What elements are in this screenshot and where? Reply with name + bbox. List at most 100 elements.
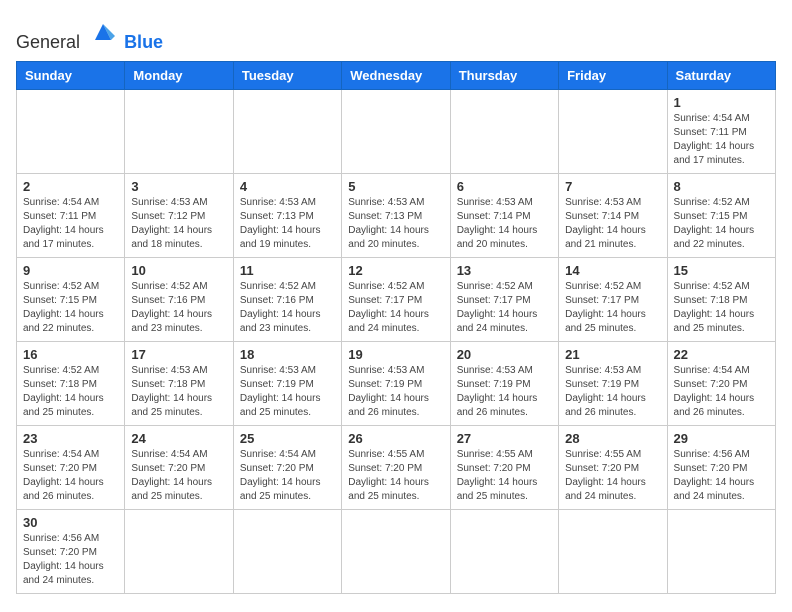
week-row-4: 23 Sunrise: 4:54 AM Sunset: 7:20 PM Dayli… xyxy=(17,426,776,510)
calendar-cell xyxy=(233,510,341,594)
calendar-table: SundayMondayTuesdayWednesdayThursdayFrid… xyxy=(16,61,776,594)
calendar-cell xyxy=(233,90,341,174)
calendar-cell: 19 Sunrise: 4:53 AM Sunset: 7:19 PM Dayli… xyxy=(342,342,450,426)
weekday-header-thursday: Thursday xyxy=(450,62,558,90)
calendar-cell xyxy=(342,90,450,174)
day-number: 23 xyxy=(23,431,118,446)
calendar-cell: 15Sunrise: 4:52 AM Sunset: 7:18 PM Dayli… xyxy=(667,258,775,342)
day-number: 29 xyxy=(674,431,769,446)
day-number: 22 xyxy=(674,347,769,362)
week-row-3: 16 Sunrise: 4:52 AM Sunset: 7:18 PM Dayli… xyxy=(17,342,776,426)
calendar-cell: 27Sunrise: 4:55 AM Sunset: 7:20 PM Dayli… xyxy=(450,426,558,510)
calendar-cell: 17 Sunrise: 4:53 AM Sunset: 7:18 PM Dayli… xyxy=(125,342,233,426)
weekday-header-tuesday: Tuesday xyxy=(233,62,341,90)
day-info: Sunrise: 4:53 AM Sunset: 7:14 PM Dayligh… xyxy=(565,196,660,252)
weekday-header-saturday: Saturday xyxy=(667,62,775,90)
calendar-cell: 16 Sunrise: 4:52 AM Sunset: 7:18 PM Dayli… xyxy=(17,342,125,426)
calendar-cell: 8Sunrise: 4:52 AM Sunset: 7:15 PM Daylig… xyxy=(667,174,775,258)
calendar-cell xyxy=(450,90,558,174)
day-number: 6 xyxy=(457,179,552,194)
day-number: 10 xyxy=(131,263,226,278)
day-info: Sunrise: 4:54 AM Sunset: 7:20 PM Dayligh… xyxy=(240,448,335,504)
day-number: 19 xyxy=(348,347,443,362)
day-info: Sunrise: 4:55 AM Sunset: 7:20 PM Dayligh… xyxy=(565,448,660,504)
calendar-cell: 22 Sunrise: 4:54 AM Sunset: 7:20 PM Dayli… xyxy=(667,342,775,426)
calendar-cell: 1 Sunrise: 4:54 AM Sunset: 7:11 PM Daylig… xyxy=(667,90,775,174)
day-number: 1 xyxy=(674,95,769,110)
day-info: Sunrise: 4:53 AM Sunset: 7:12 PM Dayligh… xyxy=(131,196,226,252)
day-info: Sunrise: 4:53 AM Sunset: 7:19 PM Dayligh… xyxy=(348,364,443,420)
calendar-cell: 24 Sunrise: 4:54 AM Sunset: 7:20 PM Dayli… xyxy=(125,426,233,510)
calendar-cell: 18Sunrise: 4:53 AM Sunset: 7:19 PM Dayli… xyxy=(233,342,341,426)
day-number: 16 xyxy=(23,347,118,362)
calendar-cell xyxy=(125,510,233,594)
calendar-cell: 3Sunrise: 4:53 AM Sunset: 7:12 PM Daylig… xyxy=(125,174,233,258)
day-info: Sunrise: 4:52 AM Sunset: 7:18 PM Dayligh… xyxy=(23,364,118,420)
day-info: Sunrise: 4:54 AM Sunset: 7:20 PM Dayligh… xyxy=(674,364,769,420)
day-info: Sunrise: 4:53 AM Sunset: 7:19 PM Dayligh… xyxy=(565,364,660,420)
day-info: Sunrise: 4:54 AM Sunset: 7:20 PM Dayligh… xyxy=(131,448,226,504)
calendar-cell: 30 Sunrise: 4:56 AM Sunset: 7:20 PM Dayli… xyxy=(17,510,125,594)
day-info: Sunrise: 4:52 AM Sunset: 7:18 PM Dayligh… xyxy=(674,280,769,336)
day-number: 25 xyxy=(240,431,335,446)
logo-text: General Blue xyxy=(16,16,163,53)
day-info: Sunrise: 4:55 AM Sunset: 7:20 PM Dayligh… xyxy=(457,448,552,504)
calendar-cell xyxy=(450,510,558,594)
calendar-cell xyxy=(17,90,125,174)
calendar-cell: 26Sunrise: 4:55 AM Sunset: 7:20 PM Dayli… xyxy=(342,426,450,510)
calendar-cell xyxy=(559,510,667,594)
day-number: 14 xyxy=(565,263,660,278)
calendar-cell: 23 Sunrise: 4:54 AM Sunset: 7:20 PM Dayli… xyxy=(17,426,125,510)
week-row-1: 2 Sunrise: 4:54 AM Sunset: 7:11 PM Daylig… xyxy=(17,174,776,258)
day-info: Sunrise: 4:53 AM Sunset: 7:13 PM Dayligh… xyxy=(348,196,443,252)
weekday-header-wednesday: Wednesday xyxy=(342,62,450,90)
weekday-header-monday: Monday xyxy=(125,62,233,90)
day-info: Sunrise: 4:54 AM Sunset: 7:11 PM Dayligh… xyxy=(674,112,769,168)
weekday-header-sunday: Sunday xyxy=(17,62,125,90)
day-info: Sunrise: 4:53 AM Sunset: 7:14 PM Dayligh… xyxy=(457,196,552,252)
day-number: 24 xyxy=(131,431,226,446)
header-section: General Blue xyxy=(16,16,776,53)
calendar-cell: 28Sunrise: 4:55 AM Sunset: 7:20 PM Dayli… xyxy=(559,426,667,510)
calendar-cell: 21 Sunrise: 4:53 AM Sunset: 7:19 PM Dayli… xyxy=(559,342,667,426)
day-info: Sunrise: 4:52 AM Sunset: 7:17 PM Dayligh… xyxy=(348,280,443,336)
day-number: 9 xyxy=(23,263,118,278)
day-info: Sunrise: 4:54 AM Sunset: 7:20 PM Dayligh… xyxy=(23,448,118,504)
week-row-0: 1 Sunrise: 4:54 AM Sunset: 7:11 PM Daylig… xyxy=(17,90,776,174)
calendar-cell: 12Sunrise: 4:52 AM Sunset: 7:17 PM Dayli… xyxy=(342,258,450,342)
day-number: 21 xyxy=(565,347,660,362)
day-number: 30 xyxy=(23,515,118,530)
calendar-cell: 2 Sunrise: 4:54 AM Sunset: 7:11 PM Daylig… xyxy=(17,174,125,258)
calendar-cell: 10 Sunrise: 4:52 AM Sunset: 7:16 PM Dayli… xyxy=(125,258,233,342)
day-info: Sunrise: 4:53 AM Sunset: 7:18 PM Dayligh… xyxy=(131,364,226,420)
day-info: Sunrise: 4:56 AM Sunset: 7:20 PM Dayligh… xyxy=(23,532,118,588)
day-number: 13 xyxy=(457,263,552,278)
day-number: 4 xyxy=(240,179,335,194)
calendar-cell: 13 Sunrise: 4:52 AM Sunset: 7:17 PM Dayli… xyxy=(450,258,558,342)
weekday-header-friday: Friday xyxy=(559,62,667,90)
calendar-cell: 6 Sunrise: 4:53 AM Sunset: 7:14 PM Daylig… xyxy=(450,174,558,258)
calendar-cell: 4Sunrise: 4:53 AM Sunset: 7:13 PM Daylig… xyxy=(233,174,341,258)
calendar-cell: 5 Sunrise: 4:53 AM Sunset: 7:13 PM Daylig… xyxy=(342,174,450,258)
calendar-cell: 9 Sunrise: 4:52 AM Sunset: 7:15 PM Daylig… xyxy=(17,258,125,342)
calendar-cell: 20Sunrise: 4:53 AM Sunset: 7:19 PM Dayli… xyxy=(450,342,558,426)
day-number: 5 xyxy=(348,179,443,194)
calendar-cell: 7 Sunrise: 4:53 AM Sunset: 7:14 PM Daylig… xyxy=(559,174,667,258)
day-number: 20 xyxy=(457,347,552,362)
day-number: 17 xyxy=(131,347,226,362)
day-number: 26 xyxy=(348,431,443,446)
day-info: Sunrise: 4:52 AM Sunset: 7:17 PM Dayligh… xyxy=(565,280,660,336)
day-info: Sunrise: 4:52 AM Sunset: 7:16 PM Dayligh… xyxy=(131,280,226,336)
calendar-cell xyxy=(342,510,450,594)
calendar-cell xyxy=(667,510,775,594)
day-info: Sunrise: 4:52 AM Sunset: 7:15 PM Dayligh… xyxy=(674,196,769,252)
day-info: Sunrise: 4:54 AM Sunset: 7:11 PM Dayligh… xyxy=(23,196,118,252)
calendar-cell: 14 Sunrise: 4:52 AM Sunset: 7:17 PM Dayli… xyxy=(559,258,667,342)
day-number: 2 xyxy=(23,179,118,194)
day-number: 7 xyxy=(565,179,660,194)
day-info: Sunrise: 4:52 AM Sunset: 7:15 PM Dayligh… xyxy=(23,280,118,336)
weekday-header-row: SundayMondayTuesdayWednesdayThursdayFrid… xyxy=(17,62,776,90)
calendar-cell xyxy=(125,90,233,174)
calendar-cell xyxy=(559,90,667,174)
day-info: Sunrise: 4:52 AM Sunset: 7:17 PM Dayligh… xyxy=(457,280,552,336)
